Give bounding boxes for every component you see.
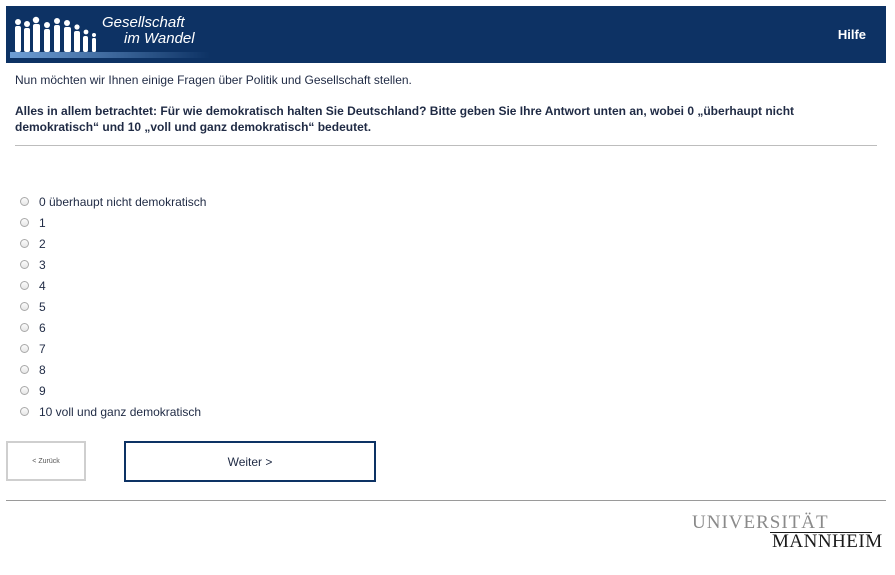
option-label: 6 bbox=[39, 320, 46, 335]
logo-line-2: im Wandel bbox=[124, 30, 195, 47]
option-3[interactable]: 3 bbox=[20, 254, 206, 275]
option-label: 9 bbox=[39, 383, 46, 398]
option-label: 2 bbox=[39, 236, 46, 251]
radio-button[interactable] bbox=[20, 344, 29, 353]
intro-text: Nun möchten wir Ihnen einige Fragen über… bbox=[15, 73, 412, 87]
option-4[interactable]: 4 bbox=[20, 275, 206, 296]
radio-button[interactable] bbox=[20, 260, 29, 269]
question-text: Alles in allem betrachtet: Für wie demok… bbox=[15, 104, 795, 134]
option-label: 4 bbox=[39, 278, 46, 293]
radio-button[interactable] bbox=[20, 281, 29, 290]
option-10[interactable]: 10 voll und ganz demokratisch bbox=[20, 401, 206, 422]
option-label: 1 bbox=[39, 215, 46, 230]
radio-button[interactable] bbox=[20, 302, 29, 311]
radio-button[interactable] bbox=[20, 239, 29, 248]
back-button[interactable]: < Zurück bbox=[6, 441, 86, 481]
radio-button[interactable] bbox=[20, 407, 29, 416]
option-label: 10 voll und ganz demokratisch bbox=[39, 404, 202, 419]
option-label: 5 bbox=[39, 299, 46, 314]
radio-button[interactable] bbox=[20, 218, 29, 227]
footer-divider bbox=[6, 500, 886, 501]
help-link[interactable]: Hilfe bbox=[838, 27, 866, 42]
option-1[interactable]: 1 bbox=[20, 212, 206, 233]
radio-button[interactable] bbox=[20, 386, 29, 395]
next-button[interactable]: Weiter > bbox=[124, 441, 376, 482]
option-2[interactable]: 2 bbox=[20, 233, 206, 254]
option-label: 7 bbox=[39, 341, 46, 356]
option-label: 0 überhaupt nicht demokratisch bbox=[39, 194, 207, 209]
logo-line-1: Gesellschaft bbox=[102, 14, 185, 31]
option-7[interactable]: 7 bbox=[20, 338, 206, 359]
option-9[interactable]: 9 bbox=[20, 380, 206, 401]
radio-button[interactable] bbox=[20, 323, 29, 332]
option-8[interactable]: 8 bbox=[20, 359, 206, 380]
option-5[interactable]: 5 bbox=[20, 296, 206, 317]
option-0[interactable]: 0 überhaupt nicht demokratisch bbox=[20, 191, 206, 212]
radio-button[interactable] bbox=[20, 197, 29, 206]
site-header: Gesellschaft im Wandel Hilfe bbox=[6, 6, 886, 63]
option-label: 3 bbox=[39, 257, 46, 272]
answer-options: 0 überhaupt nicht demokratisch 1 2 3 4 5… bbox=[20, 191, 206, 422]
divider bbox=[15, 145, 877, 146]
radio-button[interactable] bbox=[20, 365, 29, 374]
option-6[interactable]: 6 bbox=[20, 317, 206, 338]
option-label: 8 bbox=[39, 362, 46, 377]
logo-wordmark: Gesellschaft im Wandel bbox=[102, 15, 195, 47]
university-logo: UNIVERSITÄT MANNHEIM bbox=[692, 512, 882, 552]
university-line-2: MANNHEIM bbox=[772, 531, 883, 552]
